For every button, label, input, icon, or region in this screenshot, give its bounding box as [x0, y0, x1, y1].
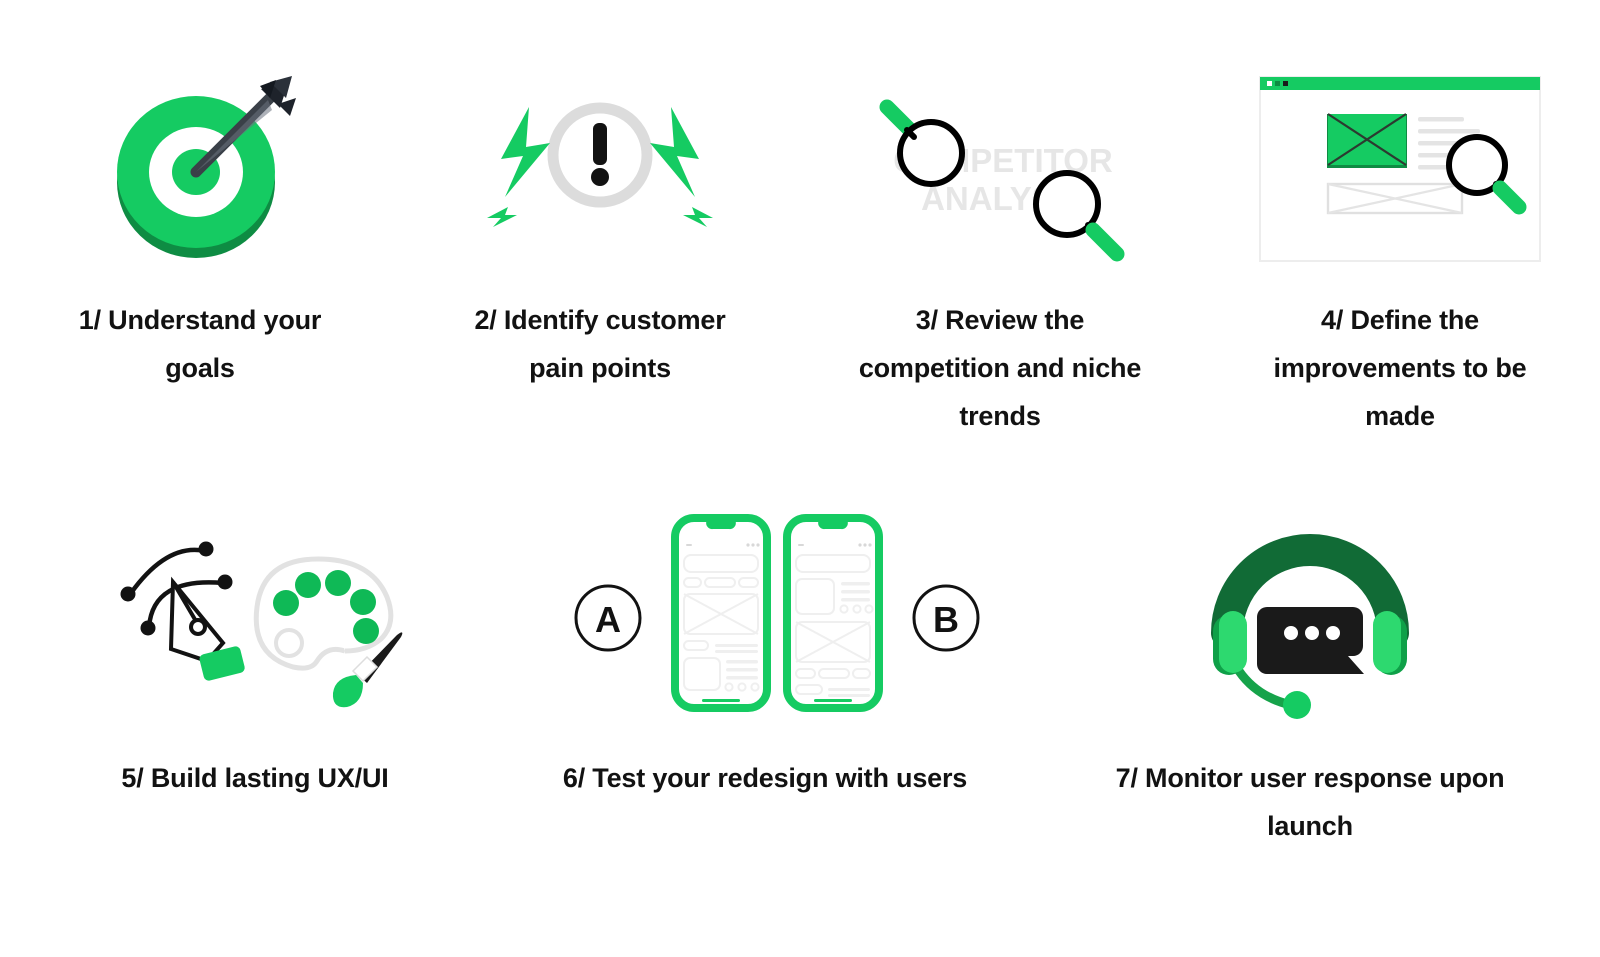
- step-4-artwork: [1200, 40, 1600, 270]
- variant-a-badge: A: [574, 584, 642, 652]
- step-2-label: 2/ Identify customer pain points: [474, 305, 726, 383]
- step-1-label: 1/ Understand your goals: [78, 305, 322, 383]
- step-1-artwork: [0, 40, 400, 270]
- phone-a: [671, 514, 771, 712]
- mic-capsule: [1283, 691, 1311, 719]
- step-7-artwork: [1020, 490, 1600, 720]
- step-card-2: 2/ Identify customer pain points: [400, 40, 800, 440]
- palette-dot: [350, 589, 376, 615]
- step-card-6: A B 6/ Test your redesign with users: [510, 490, 1020, 850]
- exclamation-lightning-icon: [487, 102, 713, 227]
- chat-dot: [1326, 626, 1340, 640]
- palette-dot: [273, 590, 299, 616]
- target-arrow-icon: [117, 76, 296, 258]
- step-card-3: COMPETITOR ANALYSIS 3/ Review the compet…: [800, 40, 1200, 440]
- browser-titlebar: [1260, 77, 1540, 90]
- step-card-4: 4/ Define the improvements to be made: [1200, 40, 1600, 440]
- step-3-artwork: COMPETITOR ANALYSIS: [800, 40, 1200, 270]
- lightning-left: [487, 107, 550, 227]
- step-card-5: 5/ Build lasting UX/UI: [0, 490, 510, 850]
- pen-tool-palette-icon: [120, 541, 403, 708]
- step-5-artwork: [0, 490, 510, 720]
- palette-dot: [325, 570, 351, 596]
- steps-row-1: 1/ Understand your goals 2/ Identify cus…: [0, 40, 1600, 440]
- headset-chat-icon: [1211, 534, 1409, 719]
- step-4-label: 4/ Define the improvements to be made: [1273, 305, 1527, 431]
- infographic-board: 1/ Understand your goals 2/ Identify cus…: [0, 0, 1600, 957]
- competitor-analysis-icon: COMPETITOR ANALYSIS: [879, 99, 1125, 262]
- color-palette: [253, 556, 403, 708]
- magnifier-right: [1033, 170, 1125, 262]
- earcup-right: [1373, 611, 1401, 673]
- step-2-artwork: [400, 40, 800, 270]
- ab-test-phones-icon: A B: [574, 514, 980, 712]
- chat-dot: [1305, 626, 1319, 640]
- step-card-1: 1/ Understand your goals: [0, 40, 400, 440]
- step-3-label: 3/ Review the competition and niche tren…: [858, 305, 1142, 431]
- pen-tool: [120, 541, 245, 681]
- variant-b-badge: B: [912, 584, 980, 652]
- phone-b: [783, 514, 883, 712]
- brush-tip: [332, 675, 363, 708]
- step-6-artwork: A B: [510, 490, 1020, 720]
- step-card-7: 7/ Monitor user response upon launch: [1020, 490, 1600, 850]
- browser-wireframe-magnifier-icon: [1259, 76, 1541, 262]
- step-6-label: 6/ Test your redesign with users: [562, 763, 968, 793]
- step-7-label: 7/ Monitor user response upon launch: [1115, 763, 1505, 841]
- lightning-right: [650, 107, 713, 227]
- variant-a-letter: A: [595, 599, 621, 640]
- earcup-left: [1219, 611, 1247, 673]
- step-5-label: 5/ Build lasting UX/UI: [121, 763, 389, 793]
- palette-dot: [295, 572, 321, 598]
- chat-bubble: [1257, 607, 1364, 674]
- steps-row-2: 5/ Build lasting UX/UI A B 6/ Test your …: [0, 490, 1600, 850]
- chat-dot: [1284, 626, 1298, 640]
- variant-b-letter: B: [933, 599, 959, 640]
- palette-dot: [353, 618, 379, 644]
